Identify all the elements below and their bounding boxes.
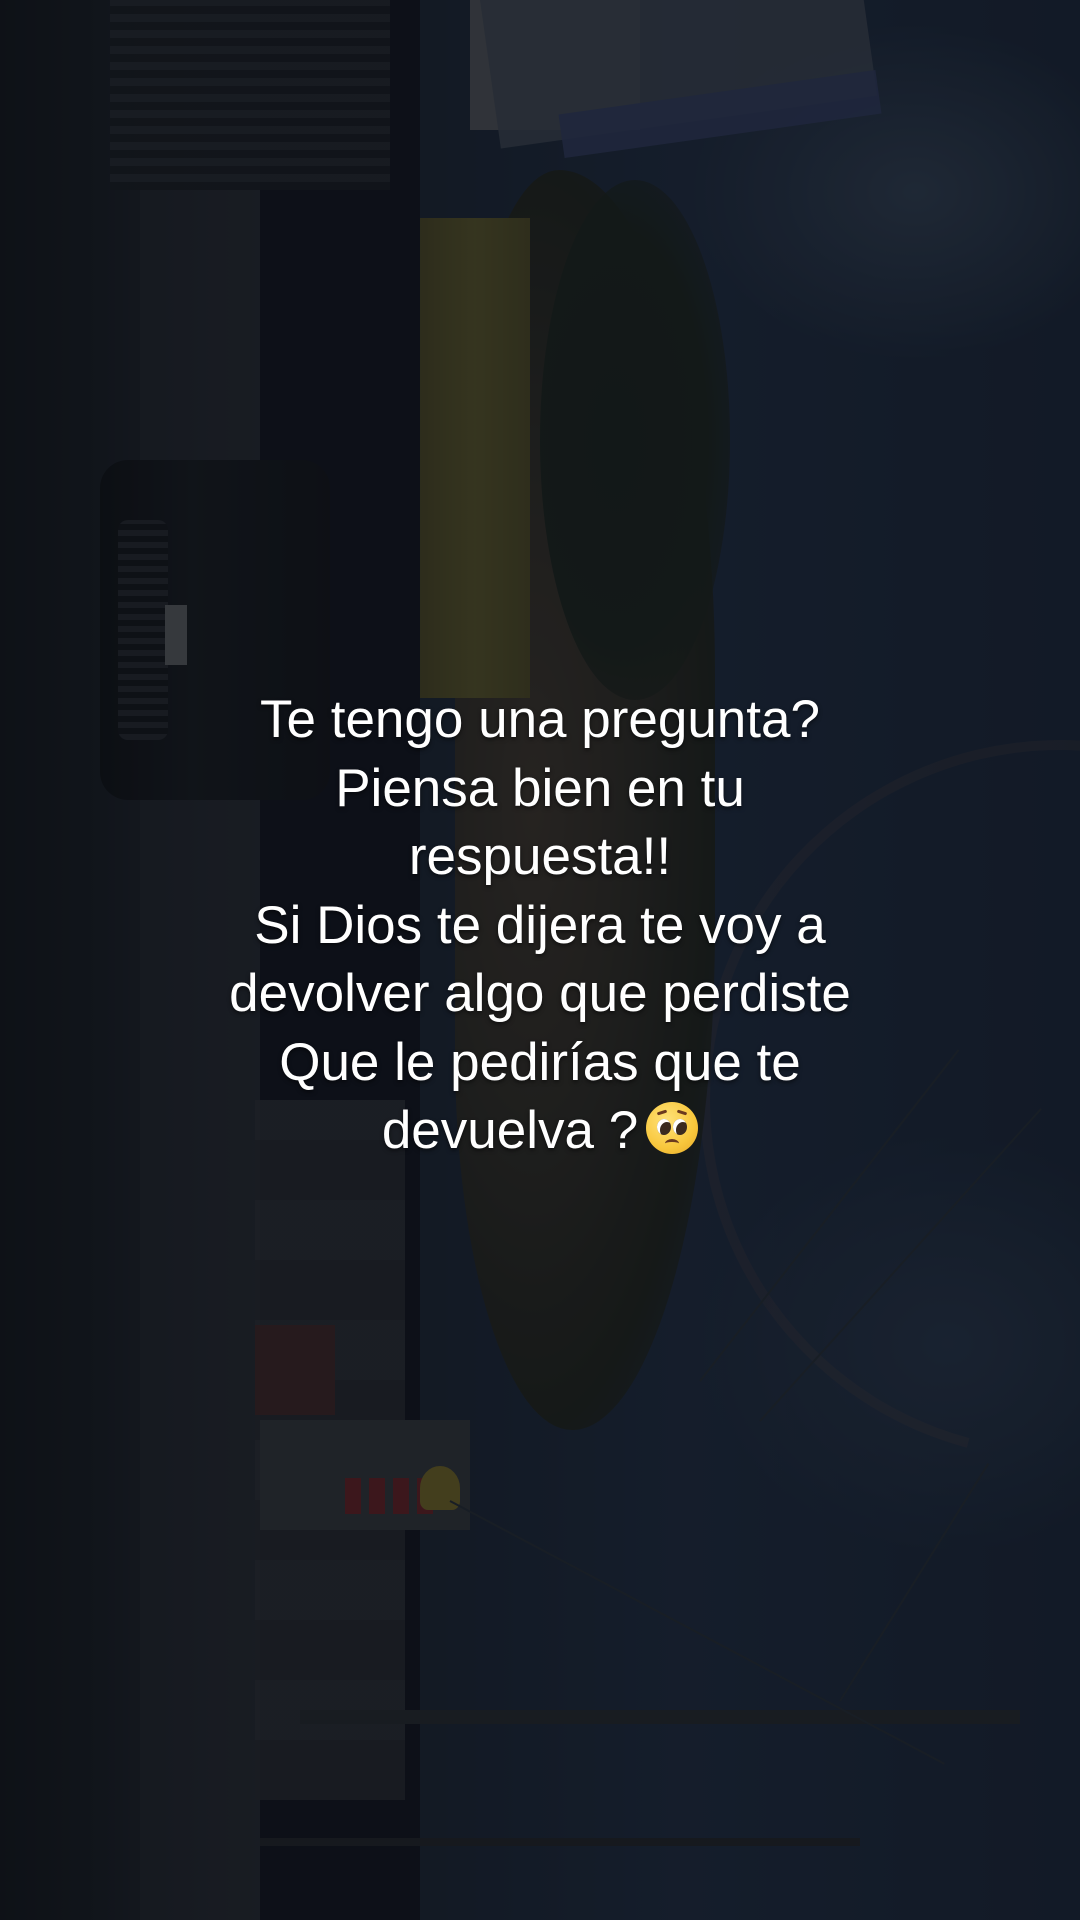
caption-line: devuelva ? (381, 1101, 639, 1160)
caption-line: respuesta!! (408, 827, 672, 886)
caption-text: Te tengo una pregunta? Piensa bien en tu… (80, 686, 1000, 1166)
caption-line: Si Dios te dijera te voy a (254, 895, 826, 955)
caption-last-line: devuelva ? (80, 1097, 1000, 1166)
caption-line: Piensa bien en tu (335, 758, 745, 818)
caption-line: Que le pedirías que te (279, 1032, 801, 1092)
caption-line: Te tengo una pregunta? (260, 690, 820, 749)
story-screen: Te tengo una pregunta? Piensa bien en tu… (0, 0, 1080, 1920)
caption-line: devolver algo que perdiste (229, 964, 851, 1023)
pleading-face-icon (646, 1102, 699, 1154)
